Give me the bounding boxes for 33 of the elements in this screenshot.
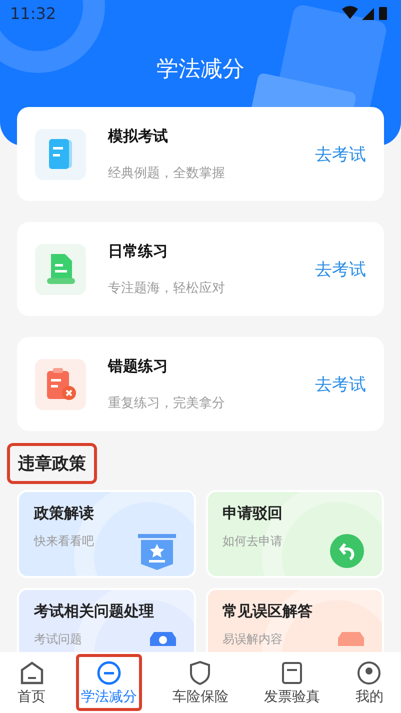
tile-title: 考试相关问题处理 xyxy=(34,602,154,621)
clipboard-icon xyxy=(44,367,76,401)
tab[interactable]: 学法减分 xyxy=(76,654,142,711)
document-icon xyxy=(48,138,74,170)
document-icon xyxy=(44,253,76,285)
tile-subtitle: 快来看看吧 xyxy=(34,533,94,550)
star-box-icon xyxy=(138,534,176,570)
tab[interactable]: 发票验真 xyxy=(258,654,325,711)
status-time: 11:32 xyxy=(10,4,56,22)
page-title: 学法减分 xyxy=(156,56,246,84)
tile-subtitle: 如何去申请 xyxy=(222,533,282,550)
card-subtitle: 重复练习，完美拿分 xyxy=(108,394,226,412)
tab[interactable]: 车险保险 xyxy=(167,654,234,711)
policy-tile[interactable]: 申请驳回 如何去申请 xyxy=(206,490,384,578)
tile-title: 常见误区解答 xyxy=(222,602,312,621)
card-title: 错题练习 xyxy=(108,356,169,376)
policy-tile[interactable]: 考试相关问题处理 考试问题 xyxy=(17,588,196,652)
policy-tile[interactable]: 常见误区解答 易误解内容 xyxy=(206,588,384,652)
section-title: 违章政策 xyxy=(7,443,97,484)
home-icon xyxy=(18,660,45,686)
card-subtitle: 专注题海，轻松应对 xyxy=(108,280,226,296)
tile-title: 申请驳回 xyxy=(222,504,282,523)
card-title: 日常练习 xyxy=(108,242,169,260)
user-icon xyxy=(356,660,382,686)
card-subtitle: 经典例题，全数掌握 xyxy=(108,164,226,182)
tile-subtitle: 考试问题 xyxy=(34,631,82,648)
card-title: 模拟考试 xyxy=(108,126,169,146)
tile-title: 政策解读 xyxy=(34,504,94,523)
policy-tile[interactable]: 政策解读 快来看看吧 xyxy=(17,490,196,578)
tab[interactable]: 我的 xyxy=(350,654,388,711)
tab[interactable]: 首页 xyxy=(12,654,51,711)
minus-circle-icon xyxy=(96,660,122,686)
tile-subtitle: 易误解内容 xyxy=(222,631,282,648)
